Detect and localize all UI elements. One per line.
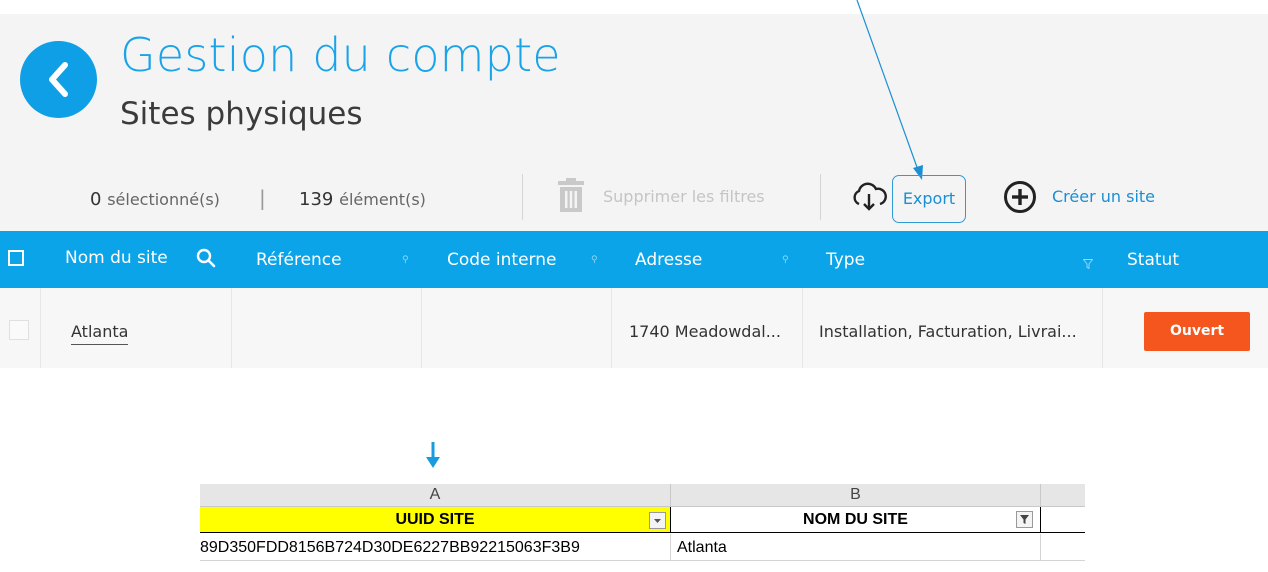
column-letter-a[interactable]: A xyxy=(200,484,671,507)
status-badge[interactable]: Ouvert xyxy=(1144,312,1250,351)
column-header-status[interactable]: Statut xyxy=(1127,250,1179,270)
select-all-checkbox[interactable] xyxy=(8,250,24,266)
selected-count-value: 0 xyxy=(90,189,102,210)
row-checkbox[interactable] xyxy=(9,320,29,340)
item-count: 139 élément(s) xyxy=(299,189,426,210)
search-icon[interactable]: ⚲ xyxy=(591,255,598,265)
row-cell xyxy=(232,288,422,368)
plus-circle-icon xyxy=(1003,180,1037,218)
column-header-type[interactable]: Type xyxy=(826,250,865,270)
cloud-download-icon xyxy=(851,182,887,216)
uuid-site-header[interactable]: UUID SITE xyxy=(200,507,671,533)
row-cell xyxy=(41,288,232,368)
site-name-cell[interactable]: Atlanta xyxy=(671,534,1041,561)
trash-icon xyxy=(557,178,585,216)
search-icon[interactable]: ⚲ xyxy=(782,255,789,265)
clear-filters-button[interactable]: Supprimer les filtres xyxy=(603,187,765,206)
uuid-cell[interactable]: 89D350FDD8156B724D30DE6227BB92215063F3B9 xyxy=(200,534,671,561)
column-letter-empty xyxy=(1041,484,1085,507)
filter-icon[interactable] xyxy=(1082,254,1094,273)
address-cell: 1740 Meadowdal... xyxy=(629,322,781,341)
item-count-label: élément(s) xyxy=(339,190,426,209)
type-cell: Installation, Facturation, Livrai... xyxy=(819,322,1077,341)
column-header-internal-code[interactable]: Code interne xyxy=(447,250,556,270)
create-site-button[interactable]: Créer un site xyxy=(1052,187,1155,206)
table-header xyxy=(0,231,1268,288)
column-header-reference[interactable]: Référence xyxy=(256,250,342,270)
column-letter-b[interactable]: B xyxy=(671,484,1041,507)
selected-count-label: sélectionné(s) xyxy=(107,190,220,209)
filter-icon[interactable] xyxy=(1016,511,1033,528)
chevron-down-icon[interactable] xyxy=(649,512,666,529)
export-button[interactable]: Export xyxy=(892,175,966,223)
site-name-header[interactable]: NOM DU SITE xyxy=(671,507,1041,533)
empty-header-cell xyxy=(1041,507,1085,533)
item-count-value: 139 xyxy=(299,189,334,210)
arrow-down-icon xyxy=(426,442,440,468)
search-icon[interactable]: ⚲ xyxy=(402,255,409,265)
search-icon[interactable] xyxy=(196,248,216,272)
selected-count: 0 sélectionné(s) xyxy=(90,189,220,210)
column-header-address[interactable]: Adresse xyxy=(635,250,702,270)
row-cell xyxy=(422,288,612,368)
site-name-link[interactable]: Atlanta xyxy=(71,322,129,345)
toolbar-divider xyxy=(522,174,523,220)
toolbar-divider xyxy=(820,174,821,220)
column-header-site-name[interactable]: Nom du site xyxy=(65,248,168,268)
count-separator: | xyxy=(259,186,266,210)
empty-cell xyxy=(1041,534,1085,561)
